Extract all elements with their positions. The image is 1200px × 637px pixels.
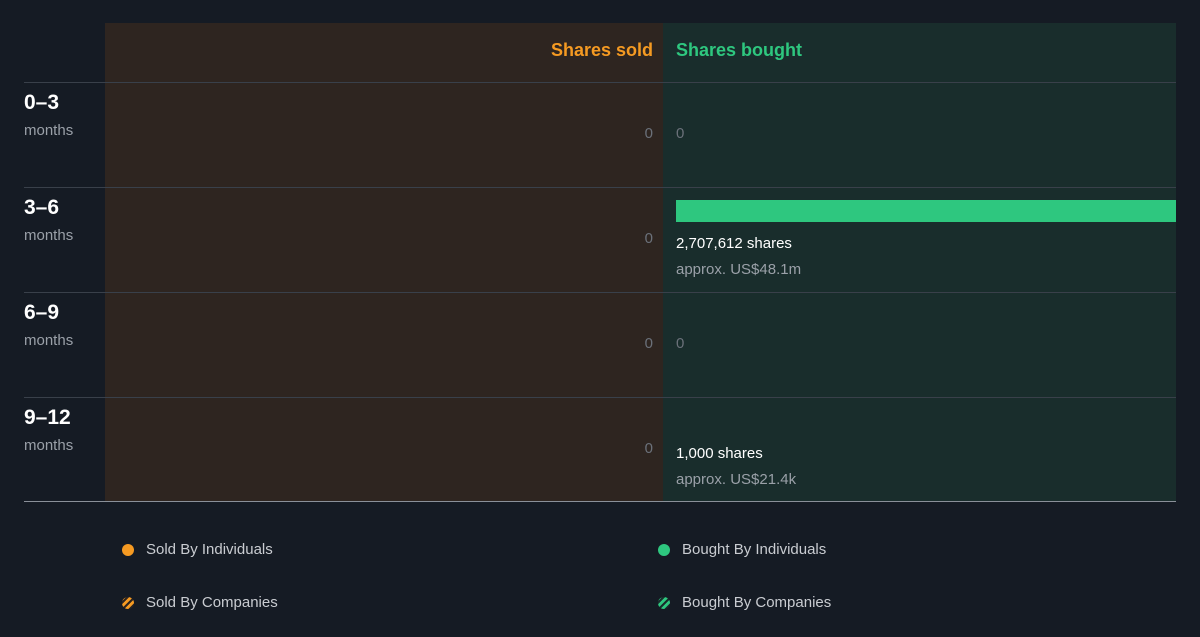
bought-shares-label: 1,000 shares xyxy=(676,445,763,462)
green-striped-dot-icon xyxy=(658,596,670,609)
bought-value: 0 xyxy=(676,125,685,142)
shares-bought-header: Shares bought xyxy=(676,40,803,60)
period-unit: months xyxy=(24,122,74,139)
green-dot-icon xyxy=(658,543,670,556)
legend-label: Sold By Individuals xyxy=(146,541,273,558)
bought-value: 0 xyxy=(676,335,685,352)
period-label: 6–9 xyxy=(24,301,60,324)
bought-approx-value: approx. US$48.1m xyxy=(676,261,802,278)
legend-label: Bought By Individuals xyxy=(682,541,827,558)
orange-striped-dot-icon xyxy=(122,596,134,609)
bought-shares-label: 2,707,612 shares xyxy=(676,235,792,252)
sold-value: 0 xyxy=(644,440,653,457)
sold-value: 0 xyxy=(644,335,653,352)
legend-label: Sold By Companies xyxy=(146,594,278,611)
bought-approx-value: approx. US$21.4k xyxy=(676,471,797,488)
period-unit: months xyxy=(24,437,74,454)
period-label: 9–12 xyxy=(24,406,71,429)
legend-bought-companies[interactable]: Bought By Companies xyxy=(658,594,831,611)
legend-sold-companies[interactable]: Sold By Companies xyxy=(122,594,278,611)
shares-sold-header: Shares sold xyxy=(550,40,653,60)
bought-bar[interactable] xyxy=(676,200,1176,222)
period-row-6-9: 6–9 months 0 0 xyxy=(0,293,1200,398)
sold-value: 0 xyxy=(644,230,653,247)
period-unit: months xyxy=(24,227,74,244)
orange-dot-icon xyxy=(122,543,134,556)
legend-sold-individuals[interactable]: Sold By Individuals xyxy=(122,541,273,558)
sold-value: 0 xyxy=(644,125,653,142)
period-row-3-6: 3–6 months 0 2,707,612 shares approx. US… xyxy=(0,188,1200,293)
legend-label: Bought By Companies xyxy=(682,594,832,611)
period-unit: months xyxy=(24,332,74,349)
legend-bought-individuals[interactable]: Bought By Individuals xyxy=(658,541,826,558)
period-label: 0–3 xyxy=(24,91,60,114)
period-row-9-12: 9–12 months 0 1,000 shares approx. US$21… xyxy=(0,398,1200,503)
period-row-0-3: 0–3 months 0 0 xyxy=(0,83,1200,188)
period-label: 3–6 xyxy=(24,196,60,219)
